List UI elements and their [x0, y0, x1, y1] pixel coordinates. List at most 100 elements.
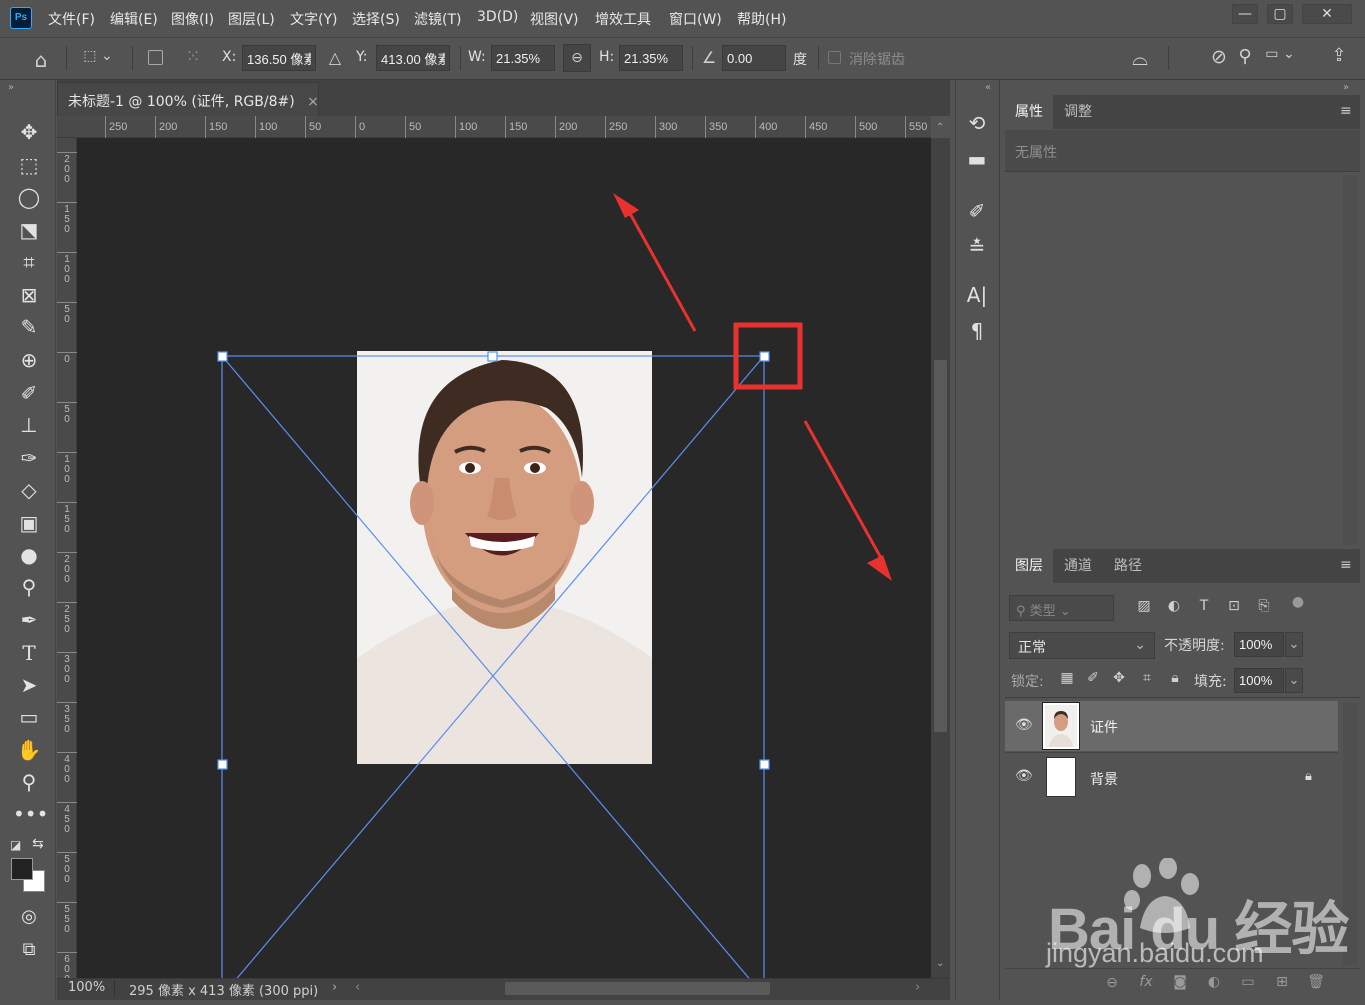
- menu-edit[interactable]: 编辑(E): [110, 9, 158, 29]
- height-input[interactable]: [619, 45, 683, 71]
- layers-menu-icon[interactable]: ≡: [1340, 557, 1352, 573]
- properties-scrollbar[interactable]: [1343, 175, 1357, 545]
- maximize-button[interactable]: ▢: [1267, 4, 1293, 24]
- document-info[interactable]: 295 像素 x 413 像素 (300 ppi): [129, 980, 318, 999]
- menu-3d[interactable]: 3D(D): [477, 9, 518, 25]
- adjustments-panel-icon[interactable]: ≛: [962, 232, 992, 262]
- eraser-tool-icon[interactable]: ◇: [13, 476, 45, 504]
- move-tool-icon[interactable]: ✥: [13, 118, 45, 146]
- filter-shape-icon[interactable]: ⊡: [1224, 598, 1244, 614]
- transform-handle-top-right[interactable]: [759, 351, 770, 362]
- frame-tool-icon[interactable]: ⊠: [13, 281, 45, 309]
- menu-select[interactable]: 选择(S): [352, 9, 400, 29]
- home-icon[interactable]: ⌂: [28, 48, 54, 72]
- menu-plugins[interactable]: 增效工具: [595, 9, 651, 29]
- blend-mode-select[interactable]: 正常 ⌄: [1009, 632, 1155, 659]
- path-select-tool-icon[interactable]: ➤: [13, 671, 45, 699]
- tab-adjustments[interactable]: 调整: [1054, 95, 1102, 129]
- width-input[interactable]: [491, 45, 555, 71]
- document-tab[interactable]: 未标题-1 @ 100% (证件, RGB/8#) ×: [57, 82, 319, 116]
- filter-smart-object-icon[interactable]: ⎘: [1254, 598, 1274, 614]
- lock-artboard-icon[interactable]: ⌗: [1138, 670, 1156, 686]
- horizontal-scroll-thumb[interactable]: [505, 982, 770, 995]
- scroll-up-icon[interactable]: ⌃: [936, 122, 944, 133]
- default-colors-icon[interactable]: ◪: [10, 838, 21, 852]
- vertical-scroll-thumb[interactable]: [934, 360, 947, 732]
- quick-mask-icon[interactable]: ◎: [13, 903, 45, 931]
- close-window-button[interactable]: ✕: [1302, 4, 1352, 24]
- type-tool-icon[interactable]: T: [13, 639, 45, 667]
- lock-transparent-icon[interactable]: ▦: [1058, 670, 1076, 686]
- canvas-area[interactable]: [77, 138, 931, 978]
- warp-mode-icon[interactable]: ⌓: [1126, 46, 1154, 70]
- new-layer-icon[interactable]: ⊞: [1272, 974, 1292, 990]
- tab-channels[interactable]: 通道: [1054, 549, 1102, 583]
- scroll-down-icon[interactable]: ⌄: [936, 958, 944, 969]
- lock-all-icon[interactable]: 🔒︎: [1166, 670, 1184, 686]
- antialias-checkbox[interactable]: [828, 51, 841, 64]
- layer-name[interactable]: 背景: [1090, 769, 1118, 789]
- foreground-color-swatch[interactable]: [11, 858, 33, 880]
- add-mask-icon[interactable]: ◙: [1170, 974, 1190, 990]
- transform-handle-middle-right[interactable]: [759, 759, 770, 770]
- tab-layers[interactable]: 图层: [1005, 549, 1053, 583]
- visibility-eye-icon[interactable]: 👁︎: [1015, 717, 1033, 733]
- delete-layer-icon[interactable]: 🗑︎: [1306, 974, 1326, 990]
- collapse-panels-icon[interactable]: »: [1343, 82, 1349, 93]
- object-select-tool-icon[interactable]: ⬔: [13, 216, 45, 244]
- lock-pixels-icon[interactable]: ✐: [1084, 670, 1102, 686]
- minimize-button[interactable]: —: [1232, 4, 1258, 24]
- more-tools-icon[interactable]: •••: [13, 800, 48, 828]
- opacity-input[interactable]: [1234, 632, 1284, 657]
- menu-layer[interactable]: 图层(L): [228, 9, 275, 29]
- link-layers-icon[interactable]: ⊖: [1102, 975, 1122, 991]
- menu-filter[interactable]: 滤镜(T): [414, 9, 461, 29]
- filter-type-icon[interactable]: T: [1194, 598, 1214, 614]
- blur-tool-icon[interactable]: ●: [13, 541, 45, 569]
- swap-colors-icon[interactable]: ⇆: [32, 836, 44, 852]
- share-icon[interactable]: ⇪: [1326, 45, 1352, 66]
- menu-image[interactable]: 图像(I): [171, 9, 214, 29]
- filter-adjustment-icon[interactable]: ◐: [1164, 598, 1184, 614]
- brush-settings-icon[interactable]: ✐: [962, 196, 992, 226]
- reference-grid-icon[interactable]: ⁙: [180, 46, 206, 67]
- search-icon[interactable]: ⚲: [1234, 46, 1256, 67]
- menu-help[interactable]: 帮助(H): [737, 9, 786, 29]
- history-brush-tool-icon[interactable]: ✑: [13, 444, 45, 472]
- rotation-input[interactable]: [722, 45, 786, 71]
- new-group-icon[interactable]: ▭: [1238, 974, 1258, 990]
- history-panel-icon[interactable]: ⟲: [962, 108, 992, 138]
- layer-filter-select[interactable]: ⚲ 类型 ⌄: [1009, 595, 1114, 621]
- menu-type[interactable]: 文字(Y): [290, 9, 337, 29]
- stamp-tool-icon[interactable]: ⊥: [13, 411, 45, 439]
- fill-input[interactable]: [1234, 668, 1284, 693]
- close-document-icon[interactable]: ×: [307, 94, 319, 110]
- collapse-toolbar-icon[interactable]: »: [8, 82, 14, 93]
- visibility-eye-icon[interactable]: 👁︎: [1015, 768, 1033, 784]
- pen-tool-icon[interactable]: ✒: [13, 606, 45, 634]
- fx-icon[interactable]: fx: [1136, 974, 1156, 990]
- tab-paths[interactable]: 路径: [1104, 549, 1152, 583]
- layer-name[interactable]: 证件: [1090, 717, 1118, 737]
- reference-point-icon[interactable]: ⬚ ⌄: [78, 48, 118, 64]
- transform-handle-top-left[interactable]: [217, 351, 228, 362]
- dodge-tool-icon[interactable]: ⚲: [13, 573, 45, 601]
- menu-file[interactable]: 文件(F): [48, 9, 95, 29]
- menu-view[interactable]: 视图(V): [530, 9, 579, 29]
- workspace-icon[interactable]: ▭ ⌄: [1260, 46, 1300, 62]
- new-adjustment-icon[interactable]: ◐: [1204, 974, 1224, 990]
- zoom-level[interactable]: 100%: [68, 980, 105, 995]
- opacity-dropdown-icon[interactable]: ⌄: [1285, 632, 1303, 657]
- marquee-tool-icon[interactable]: ⬚: [13, 151, 45, 179]
- panel-menu-icon[interactable]: ≡: [1340, 103, 1352, 119]
- x-position-input[interactable]: [242, 45, 316, 71]
- menu-window[interactable]: 窗口(W): [669, 9, 722, 29]
- brush-tool-icon[interactable]: ✐: [13, 379, 45, 407]
- rectangle-tool-icon[interactable]: ▭: [13, 703, 45, 731]
- transform-handle-top-center[interactable]: [487, 351, 498, 362]
- zoom-tool-icon[interactable]: ⚲: [13, 768, 45, 796]
- lock-position-icon[interactable]: ✥: [1110, 670, 1128, 686]
- scroll-left-icon[interactable]: ‹: [355, 980, 360, 995]
- screen-mode-icon[interactable]: ⧉: [13, 936, 45, 964]
- fill-dropdown-icon[interactable]: ⌄: [1285, 668, 1303, 693]
